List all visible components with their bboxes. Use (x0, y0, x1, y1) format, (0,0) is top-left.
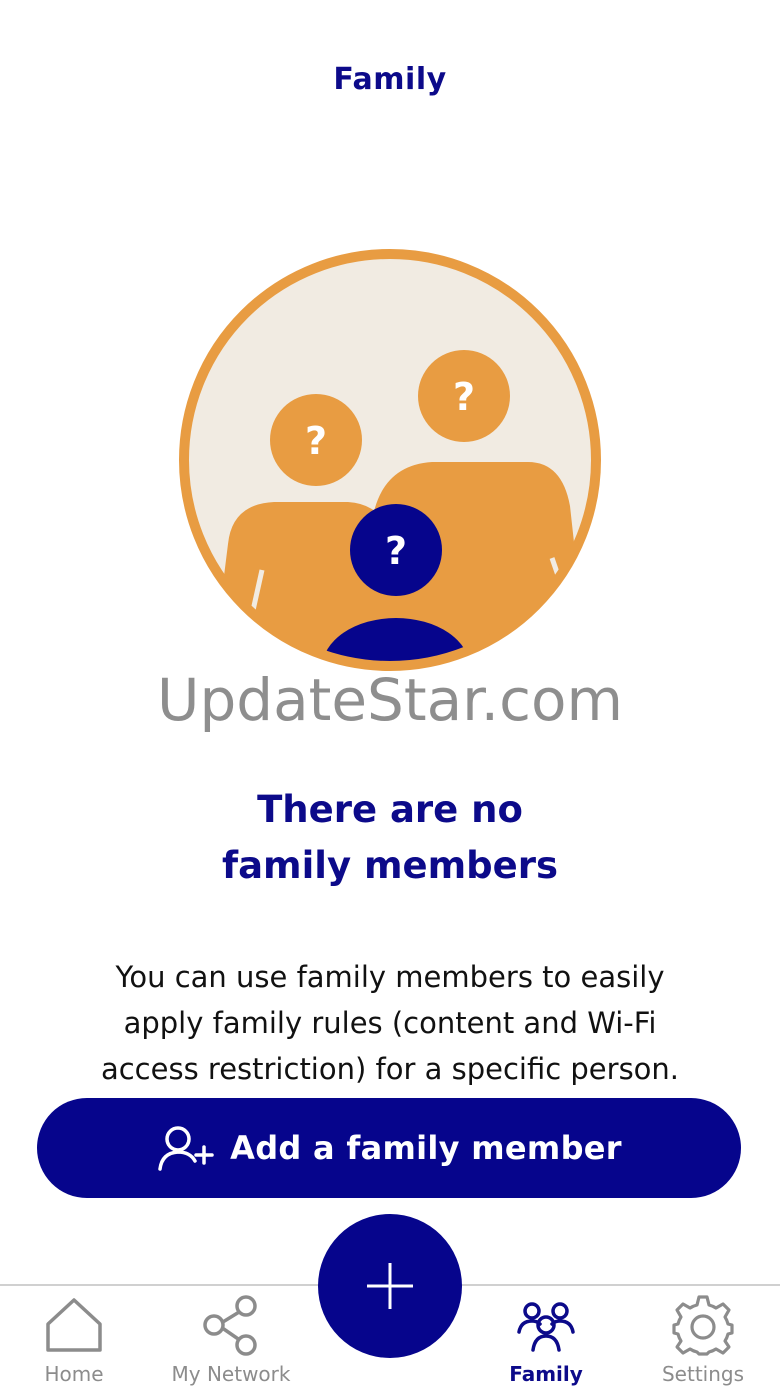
tab-settings[interactable]: Settings (628, 1292, 778, 1388)
empty-state-title: There are no family members (0, 782, 780, 894)
tab-settings-label: Settings (661, 1362, 745, 1386)
add-person-icon (156, 1123, 214, 1173)
description-line-3: access restriction) for a specific perso… (100, 1052, 680, 1086)
svg-text:?: ? (305, 419, 327, 463)
tab-home-label: Home (44, 1362, 104, 1386)
svg-text:?: ? (385, 529, 407, 573)
plus-icon (367, 1263, 413, 1309)
empty-state-description: You can use family members to easily app… (60, 954, 720, 1092)
empty-state-title-line-2: family members (221, 844, 559, 887)
tab-home[interactable]: Home (0, 1292, 149, 1388)
share-network-icon (203, 1295, 257, 1356)
add-family-member-button[interactable]: Add a family member (37, 1098, 741, 1198)
watermark: UpdateStar.com (157, 666, 623, 734)
tab-family-label: Family (509, 1362, 583, 1386)
family-icon (517, 1302, 575, 1352)
family-illustration: ? ? ? (170, 248, 610, 688)
unknown-family-members-icon: ? ? ? (179, 249, 601, 671)
description-line-1: You can use family members to easily (115, 960, 665, 994)
add-fab-button[interactable] (318, 1214, 462, 1358)
empty-state-title-line-1: There are no (257, 788, 523, 831)
tab-family[interactable]: Family (471, 1292, 621, 1388)
home-icon (46, 1298, 102, 1352)
add-family-member-label: Add a family member (230, 1129, 622, 1167)
page-title: Family (333, 62, 447, 97)
tab-my-network-label: My Network (171, 1362, 291, 1386)
description-line-2: apply family rules (content and Wi-Fi (123, 1006, 657, 1040)
tab-my-network[interactable]: My Network (156, 1292, 306, 1388)
gear-icon (672, 1295, 734, 1356)
svg-text:?: ? (453, 375, 475, 419)
